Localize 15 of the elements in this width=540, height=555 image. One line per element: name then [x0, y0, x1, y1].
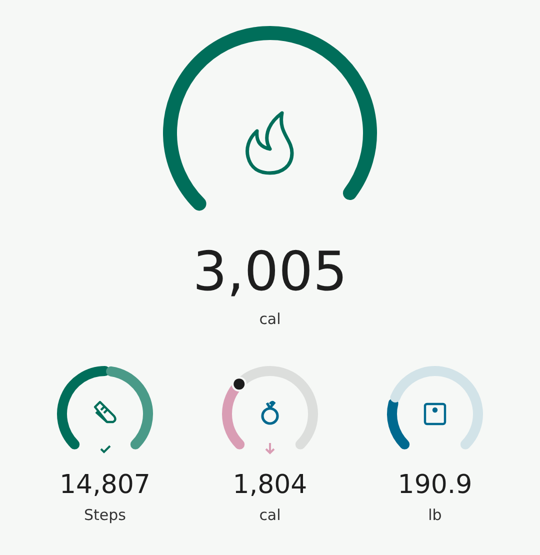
calories-value: 3,005: [192, 242, 348, 302]
metric-label: Steps: [84, 506, 126, 524]
flame-icon: [246, 111, 294, 175]
metric-label: cal: [259, 506, 281, 524]
check-icon: [100, 445, 111, 454]
metric-value: 14,807: [60, 470, 150, 500]
metric-label: lb: [428, 506, 442, 524]
metric-value: 190.9: [398, 470, 472, 500]
apple-icon: [261, 400, 279, 425]
marker-dot: [232, 376, 247, 392]
calories-unit: cal: [259, 310, 281, 328]
shoe-icon: [94, 400, 116, 424]
metric-value: 1,804: [232, 470, 308, 500]
down-arrow-icon: [265, 442, 275, 454]
scale-icon: [424, 402, 446, 426]
